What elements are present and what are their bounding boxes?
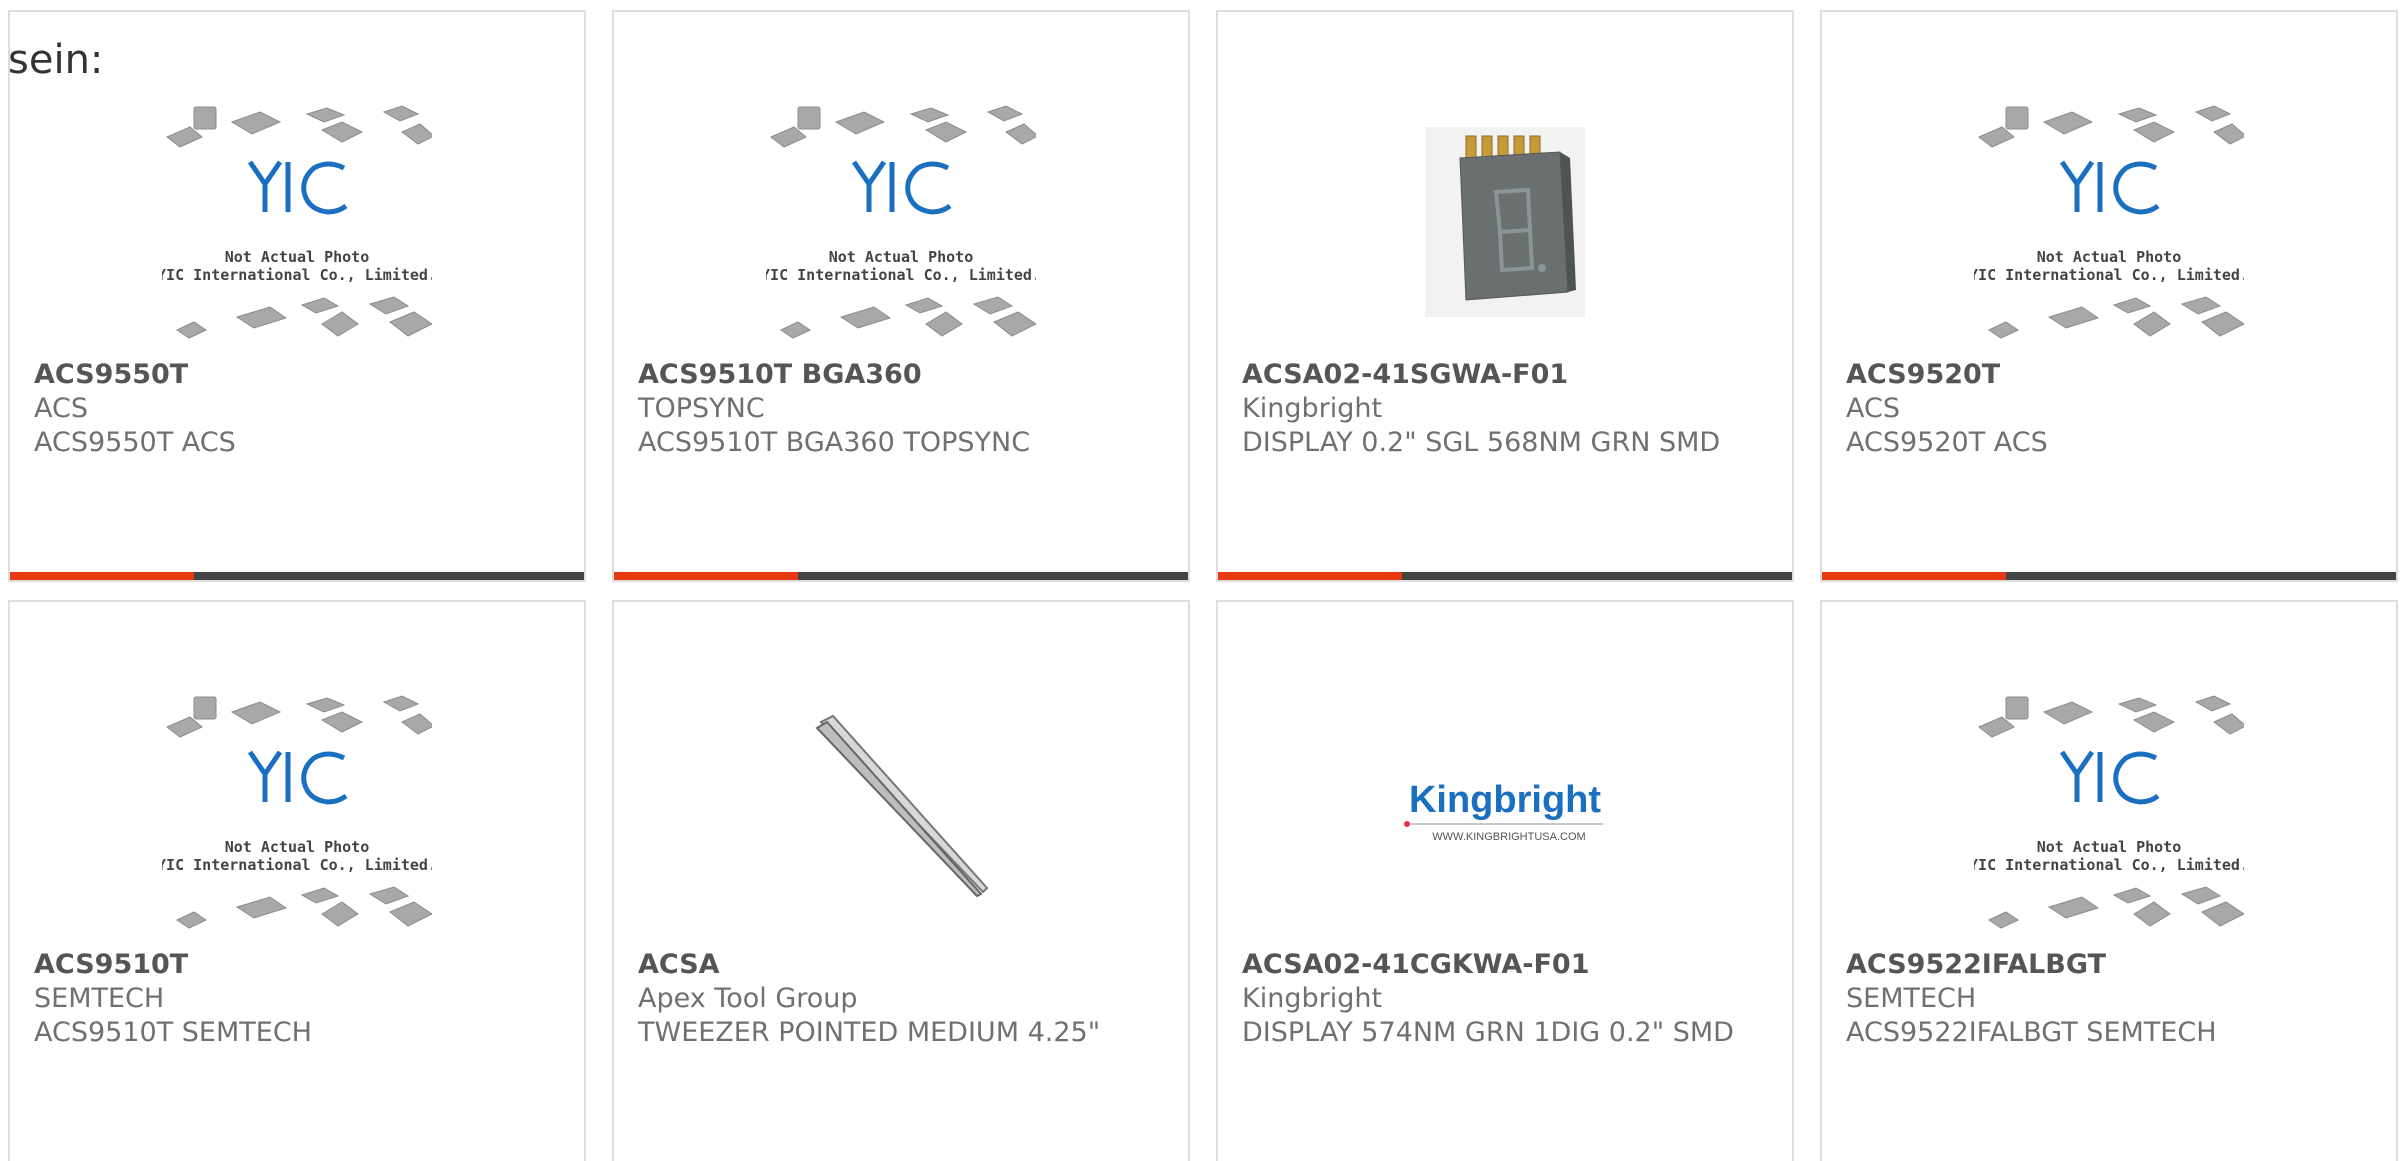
product-card[interactable]: Not Actual Photo YIC International Co., … xyxy=(1820,600,2398,1161)
product-description: DISPLAY 574NM GRN 1DIG 0.2" SMD xyxy=(1242,1017,1734,1048)
product-thumbnail[interactable]: Not Actual Photo YIC International Co., … xyxy=(1822,682,2396,942)
card-bottom-bar xyxy=(1822,572,2396,580)
card-bottom-bar xyxy=(1218,572,1792,580)
product-part-number-link[interactable]: ACS9522IFALBGT xyxy=(1846,948,2366,982)
kingbright-logo-image: Kingbright WWW.KINGBRIGHTUSA.COM xyxy=(1404,779,1603,843)
product-brand: SEMTECH xyxy=(1846,983,1977,1014)
product-brand: TOPSYNC xyxy=(638,393,765,424)
product-part-number-link[interactable]: ACSA02-41CGKWA-F01 xyxy=(1242,948,1762,982)
product-info: ACS9520T ACS ACS9520T ACS xyxy=(1846,358,2366,460)
product-description: ACS9550T ACS xyxy=(34,427,236,458)
kingbright-logo-name: Kingbright xyxy=(1409,779,1601,821)
yic-placeholder-image: Not Actual Photo YIC International Co., … xyxy=(1974,695,2244,929)
card-accent-bar xyxy=(1218,572,1402,580)
product-description: ACS9520T ACS xyxy=(1846,427,2048,458)
product-card[interactable]: Not Actual Photo YIC International Co., … xyxy=(8,10,586,582)
kingbright-logo-url: WWW.KINGBRIGHTUSA.COM xyxy=(1432,831,1585,843)
product-description: DISPLAY 0.2" SGL 568NM GRN SMD xyxy=(1242,427,1721,458)
card-bottom-bar xyxy=(10,572,584,580)
product-brand: SEMTECH xyxy=(34,983,165,1014)
product-card[interactable]: ACSA Apex Tool Group TWEEZER POINTED MEDIU… xyxy=(612,600,1190,1161)
product-card[interactable]: Not Actual Photo YIC International Co., … xyxy=(612,10,1190,582)
product-info: ACSA02-41CGKWA-F01 Kingbright DISPLAY 574N… xyxy=(1242,948,1762,1050)
product-description: ACS9522IFALBGT SEMTECH xyxy=(1846,1017,2217,1048)
product-thumbnail[interactable]: Not Actual Photo YIC International Co., … xyxy=(1822,92,2396,352)
yic-placeholder-image: Not Actual Photo YIC International Co., … xyxy=(766,105,1036,339)
card-accent-bar xyxy=(614,572,798,580)
product-part-number-link[interactable]: ACS9510T BGA360 xyxy=(638,358,1158,392)
yic-placeholder-image: Not Actual Photo YIC International Co., … xyxy=(1974,105,2244,339)
product-brand: ACS xyxy=(1846,393,1900,424)
product-card[interactable]: Kingbright WWW.KINGBRIGHTUSA.COM ACSA02-41… xyxy=(1216,600,1794,1161)
product-brand: Apex Tool Group xyxy=(638,983,858,1014)
product-brand: Kingbright xyxy=(1242,983,1383,1014)
product-info: ACS9550T ACS ACS9550T ACS xyxy=(34,358,554,460)
product-grid-page: sein: Not Actual Photo YIC International… xyxy=(0,0,2400,1161)
product-part-number-link[interactable]: ACSA02-41SGWA-F01 xyxy=(1242,358,1762,392)
card-accent-bar xyxy=(1822,572,2006,580)
seven-segment-display-image xyxy=(1425,127,1585,317)
product-info: ACS9510T SEMTECH ACS9510T SEMTECH xyxy=(34,948,554,1050)
prefix-text: sein: xyxy=(8,37,104,83)
card-bottom-bar xyxy=(614,572,1188,580)
product-thumbnail[interactable] xyxy=(1218,92,1792,352)
product-info: ACS9522IFALBGT SEMTECH ACS9522IFALBGT SEMT… xyxy=(1846,948,2366,1050)
product-description: ACS9510T SEMTECH xyxy=(34,1017,312,1048)
product-part-number-link[interactable]: ACS9550T xyxy=(34,358,554,392)
placeholder-caption-line2: YIC International Co., Limited. xyxy=(1974,266,2244,284)
placeholder-caption-line2: YIC International Co., Limited. xyxy=(766,266,1036,284)
card-accent-bar xyxy=(10,572,194,580)
product-thumbnail[interactable]: Kingbright WWW.KINGBRIGHTUSA.COM xyxy=(1218,682,1792,942)
yic-placeholder-image: Not Actual Photo YIC International Co., … xyxy=(162,695,432,929)
placeholder-caption-line2: YIC International Co., Limited. xyxy=(162,856,432,874)
product-thumbnail[interactable] xyxy=(614,682,1188,942)
product-description: ACS9510T BGA360 TOPSYNC xyxy=(638,427,1031,458)
placeholder-caption-line2: YIC International Co., Limited. xyxy=(162,266,432,284)
product-card[interactable]: Not Actual Photo YIC International Co., … xyxy=(8,600,586,1161)
yic-placeholder-image: Not Actual Photo YIC International Co., … xyxy=(162,105,432,339)
product-part-number-link[interactable]: ACS9520T xyxy=(1846,358,2366,392)
product-description: TWEEZER POINTED MEDIUM 4.25" xyxy=(638,1017,1101,1048)
product-part-number-link[interactable]: ACS9510T xyxy=(34,948,554,982)
product-part-number-link[interactable]: ACSA xyxy=(638,948,1158,982)
product-card[interactable]: ACSA02-41SGWA-F01 Kingbright DISPLAY 0.2" … xyxy=(1216,10,1794,582)
product-info: ACS9510T BGA360 TOPSYNC ACS9510T BGA360 TO… xyxy=(638,358,1158,460)
placeholder-caption-line1: Not Actual Photo xyxy=(2037,838,2182,856)
placeholder-caption-line1: Not Actual Photo xyxy=(829,248,974,266)
placeholder-caption-line2: YIC International Co., Limited. xyxy=(1974,856,2244,874)
product-brand: Kingbright xyxy=(1242,393,1383,424)
product-info: ACSA02-41SGWA-F01 Kingbright DISPLAY 0.2" … xyxy=(1242,358,1762,460)
placeholder-caption-line1: Not Actual Photo xyxy=(2037,248,2182,266)
product-info: ACSA Apex Tool Group TWEEZER POINTED MEDIU… xyxy=(638,948,1158,1050)
product-thumbnail[interactable]: Not Actual Photo YIC International Co., … xyxy=(10,682,584,942)
tweezer-image xyxy=(815,714,989,898)
product-card[interactable]: Not Actual Photo YIC International Co., … xyxy=(1820,10,2398,582)
placeholder-caption-line1: Not Actual Photo xyxy=(225,248,370,266)
product-thumbnail[interactable]: Not Actual Photo YIC International Co., … xyxy=(614,92,1188,352)
product-brand: ACS xyxy=(34,393,88,424)
product-thumbnail[interactable]: Not Actual Photo YIC International Co., … xyxy=(10,92,584,352)
placeholder-caption-line1: Not Actual Photo xyxy=(225,838,370,856)
